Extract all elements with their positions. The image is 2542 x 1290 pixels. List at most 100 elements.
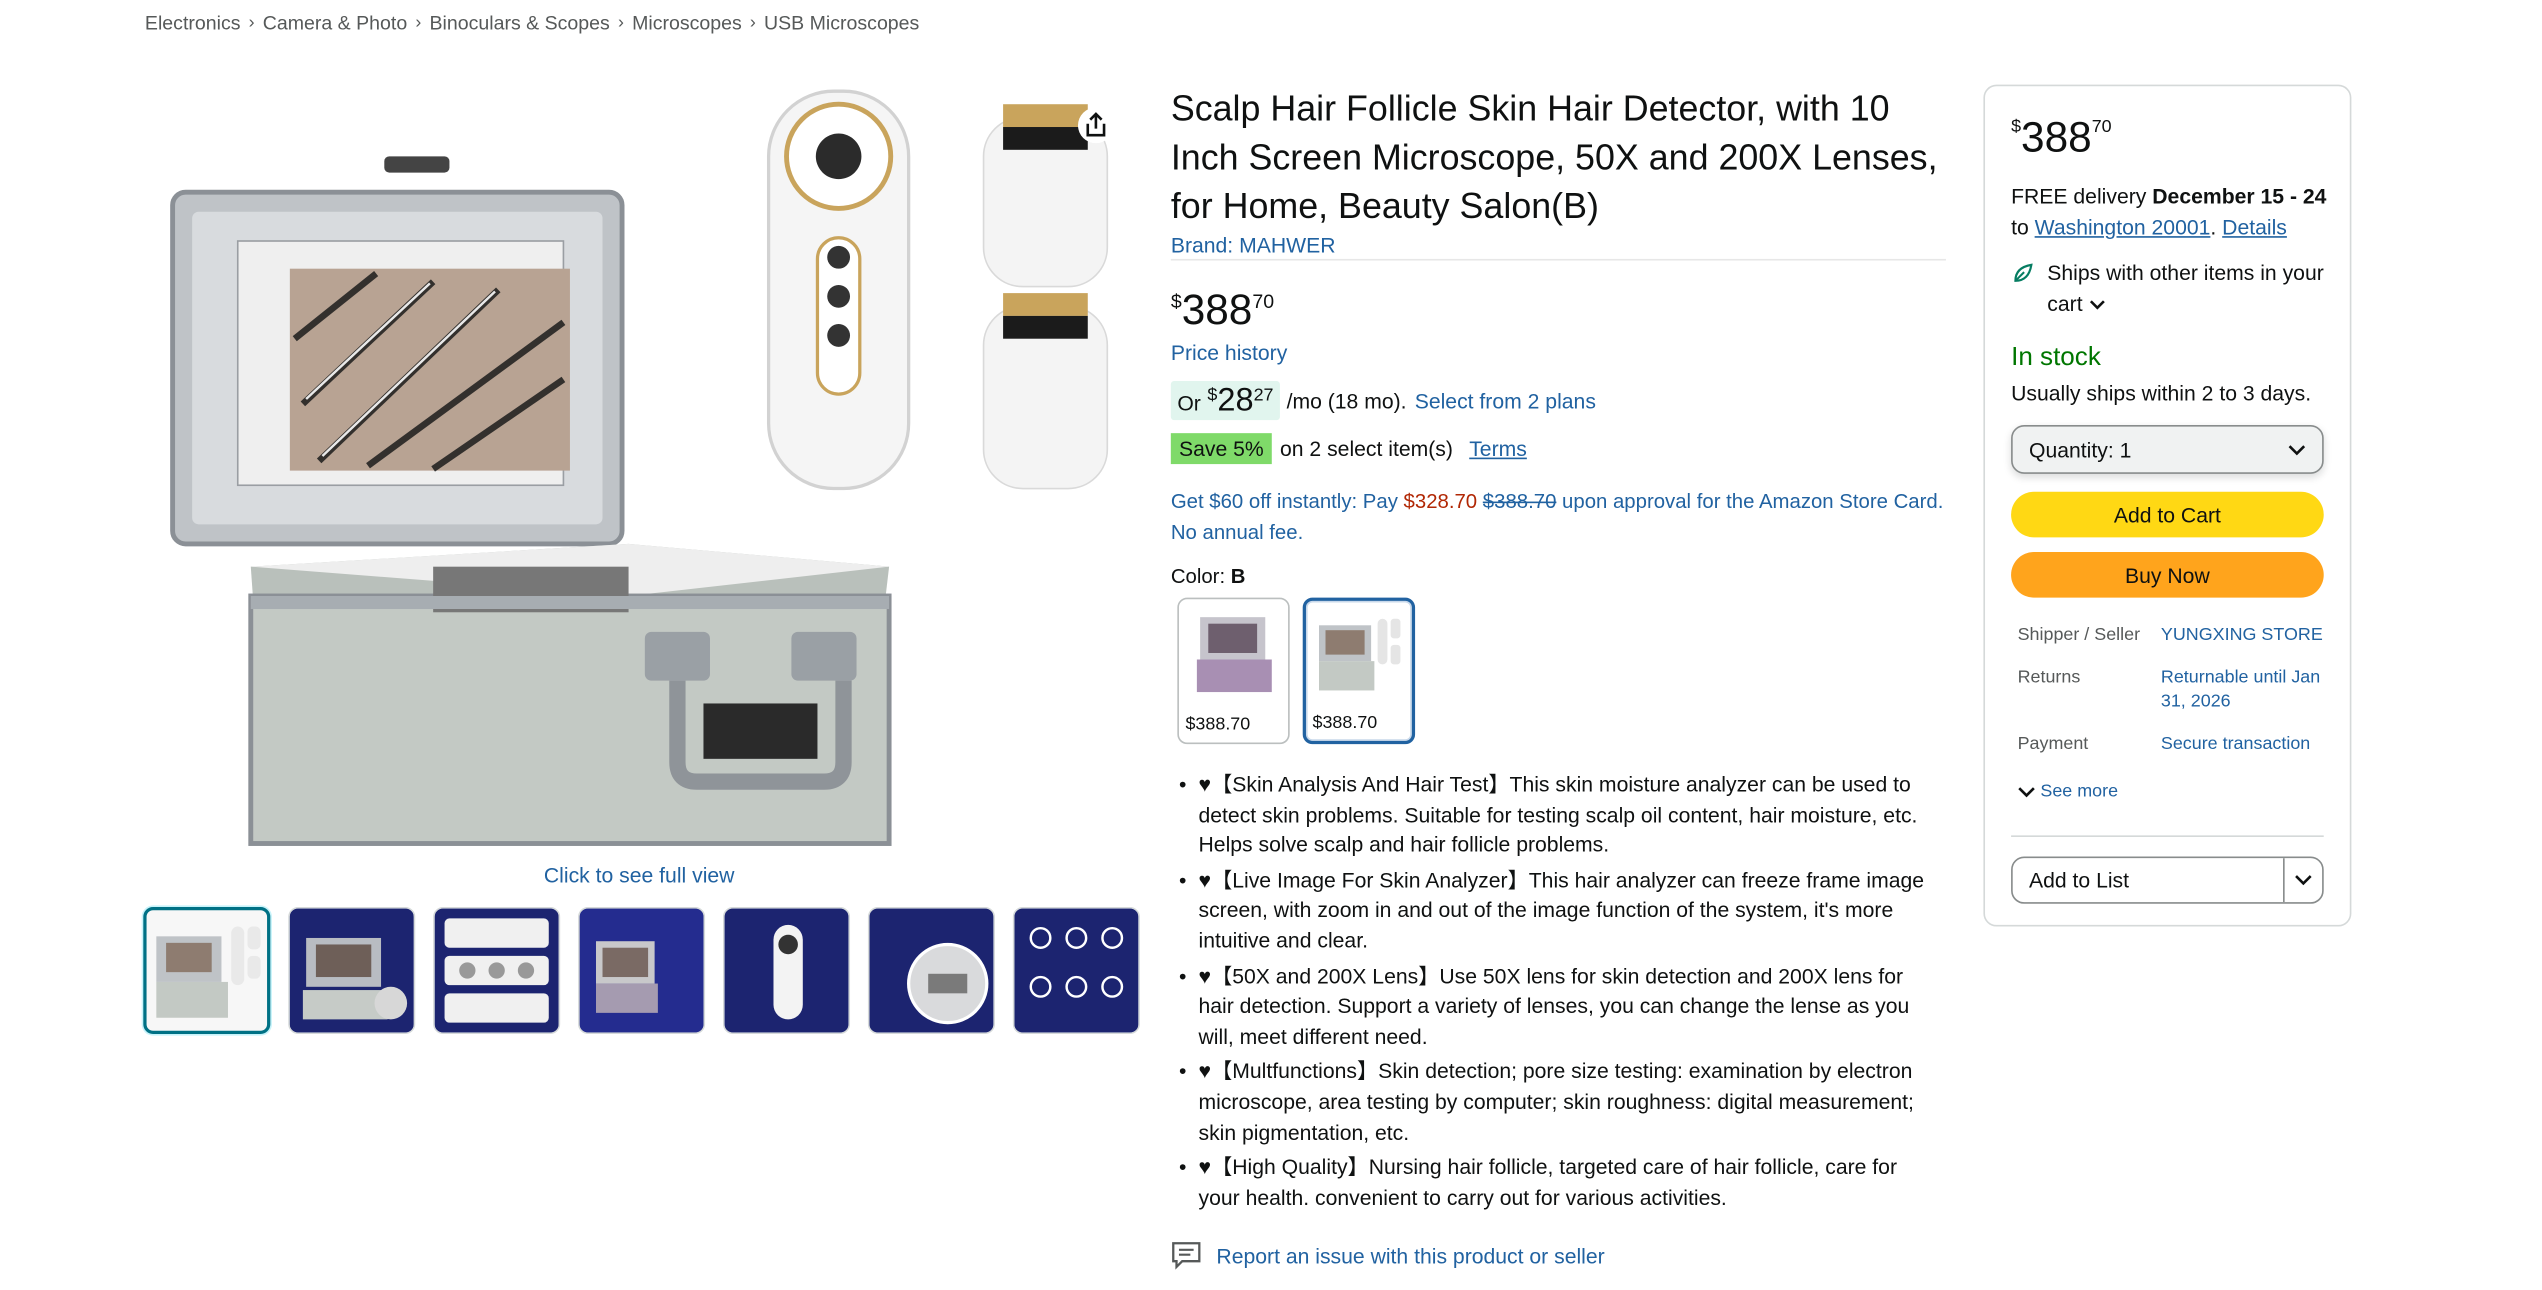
info-key: Returns [2017, 667, 2081, 688]
buybox-price-whole: 388 [2021, 112, 2092, 162]
info-row-seller: Shipper / Seller YUNGXING STORE [2018, 624, 2324, 648]
case-base-illustration [248, 543, 892, 846]
stock-status: In stock [2011, 343, 2101, 372]
ships-within: Usually ships within 2 to 3 days. [2011, 381, 2312, 406]
breadcrumb-electronics[interactable]: Electronics [145, 11, 241, 34]
lens-200x-illustration [982, 293, 1109, 490]
main-product-image[interactable] [156, 78, 1133, 856]
breadcrumb-usb-microscopes[interactable]: USB Microscopes [764, 11, 919, 34]
title-divider [1170, 258, 1946, 261]
card-offer-prefix: Get $60 off instantly: Pay [1170, 490, 1404, 513]
click-to-see-full-view[interactable]: Click to see full view [544, 863, 735, 887]
product-title: Scalp Hair Follicle Skin Hair Detector, … [1170, 87, 1938, 227]
report-issue-link[interactable]: Report an issue with this product or sel… [1171, 1241, 1605, 1270]
monthly-term: /mo (18 mo). [1286, 388, 1407, 413]
monthly-or: Or [1177, 390, 1201, 416]
ships-with-cart[interactable]: Ships with other items in your cart [2011, 257, 2350, 319]
thumbnail-6[interactable] [867, 907, 995, 1035]
monthly-whole: 28 [1217, 382, 1254, 419]
thumbnail-1[interactable] [143, 907, 271, 1035]
color-swatches: $388.70 $388.70 [1177, 597, 1416, 745]
thumbnail-7[interactable] [1012, 907, 1140, 1035]
quantity-value: 1 [2119, 437, 2132, 462]
delivery-date: December 15 - 24 [2152, 184, 2327, 209]
quantity-select[interactable]: Quantity: 1 [2011, 425, 2324, 474]
seller-info-table: Shipper / Seller YUNGXING STORE Returns … [2018, 624, 2324, 775]
product-price: $ 388 70 [1171, 285, 1274, 334]
see-more-toggle[interactable]: See more [2018, 781, 2119, 802]
feature-bullet: ♥【Multfunctions】Skin detection; pore siz… [1176, 1057, 1941, 1148]
delivery-prefix: FREE delivery [2011, 184, 2153, 209]
quantity-label: Quantity: [2028, 437, 2114, 462]
color-swatch-a[interactable]: $388.70 [1177, 597, 1290, 745]
buy-box: $ 388 70 FREE delivery December 15 - 24 … [1983, 84, 2352, 927]
coupon-offer: Save 5% on 2 select item(s) Terms [1170, 433, 1527, 465]
breadcrumb-microscopes[interactable]: Microscopes [632, 11, 742, 34]
delivery-location-link[interactable]: Washington 20001 [2035, 215, 2211, 239]
price-fraction: 70 [1252, 289, 1275, 313]
breadcrumb-separator: › [415, 13, 422, 33]
delivery-details-link[interactable]: Details [2222, 215, 2287, 239]
thumbnail-strip [143, 907, 1140, 1035]
brand-link[interactable]: Brand: MAHWER [1171, 233, 1336, 257]
buybox-price-symbol: $ [2011, 117, 2022, 137]
color-value: B [1230, 565, 1246, 588]
comment-icon [1172, 1242, 1201, 1270]
swatch-a-image [1196, 617, 1271, 693]
swatch-b-price: $388.70 [1312, 713, 1378, 733]
thumbnail-2[interactable] [288, 907, 416, 1035]
feature-bullet: ♥【50X and 200X Lens】Use 50X lens for ski… [1176, 962, 1941, 1053]
breadcrumb: Electronics › Camera & Photo › Binocular… [145, 11, 919, 34]
info-key: Payment [2017, 734, 2089, 754]
select-plans-link[interactable]: Select from 2 plans [1415, 388, 1596, 412]
card-offer-old-price: $388.70 [1482, 490, 1557, 513]
add-to-list-dropdown[interactable] [2283, 858, 2322, 903]
store-card-offer[interactable]: Get $60 off instantly: Pay $328.70 $388.… [1171, 487, 1953, 549]
monthly-symbol: $ [1207, 385, 1218, 406]
breadcrumb-binoculars-scopes[interactable]: Binoculars & Scopes [429, 11, 609, 34]
info-key: Shipper / Seller [2017, 625, 2141, 645]
monthly-price-pill: Or $ 28 27 [1170, 381, 1281, 421]
add-to-list-button[interactable]: Add to List [2013, 868, 2283, 892]
add-to-cart-button[interactable]: Add to Cart [2011, 491, 2324, 538]
see-more-text: See more [2040, 781, 2119, 802]
color-selection-label: Color: B [1171, 565, 1246, 588]
monthly-fraction: 27 [1253, 385, 1274, 406]
buybox-divider [2011, 835, 2324, 837]
breadcrumb-separator: › [749, 13, 756, 33]
thumbnail-5[interactable] [723, 907, 851, 1035]
seller-link[interactable]: YUNGXING STORE [2161, 624, 2324, 648]
report-issue-text: Report an issue with this product or sel… [1216, 1243, 1605, 1268]
info-row-returns: Returns Returnable until Jan 31, 2026 [2018, 666, 2324, 715]
chevron-down-icon [2295, 875, 2312, 886]
thumbnail-3[interactable] [433, 907, 561, 1035]
save-badge: Save 5% [1170, 433, 1272, 465]
delivery-to: to [2011, 214, 2035, 240]
breadcrumb-camera-photo[interactable]: Camera & Photo [263, 11, 407, 34]
share-icon[interactable] [1078, 107, 1114, 144]
chevron-down-icon [2288, 444, 2306, 455]
buy-now-button[interactable]: Buy Now [2011, 552, 2324, 598]
feature-bullets: ♥【Skin Analysis And Hair Test】This skin … [1176, 770, 1941, 1218]
chevron-down-icon [2089, 300, 2105, 310]
case-lid-illustration [170, 156, 625, 547]
price-whole: 388 [1181, 284, 1253, 334]
terms-link[interactable]: Terms [1469, 436, 1527, 460]
color-swatch-b[interactable]: $388.70 [1302, 597, 1416, 745]
feature-bullet: ♥【High Quality】Nursing hair follicle, ta… [1176, 1153, 1941, 1214]
breadcrumb-separator: › [617, 13, 624, 33]
handheld-device-illustration [766, 89, 911, 491]
buybox-price-fraction: 70 [2091, 117, 2112, 137]
returns-link[interactable]: Returnable until Jan 31, 2026 [2161, 666, 2324, 715]
color-label-text: Color: [1170, 565, 1226, 588]
breadcrumb-separator: › [248, 13, 255, 33]
info-row-payment: Payment Secure transaction [2018, 733, 2324, 757]
thumbnail-4[interactable] [578, 907, 706, 1035]
buybox-price: $ 388 70 [2011, 112, 2112, 161]
price-symbol: $ [1170, 289, 1182, 313]
monthly-payment-offer: Or $ 28 27 /mo (18 mo). Select from 2 pl… [1170, 381, 1596, 421]
add-to-list-control: Add to List [2011, 856, 2324, 904]
leaf-icon [2014, 263, 2033, 282]
payment-link[interactable]: Secure transaction [2161, 733, 2324, 757]
price-history-link[interactable]: Price history [1171, 340, 1287, 364]
